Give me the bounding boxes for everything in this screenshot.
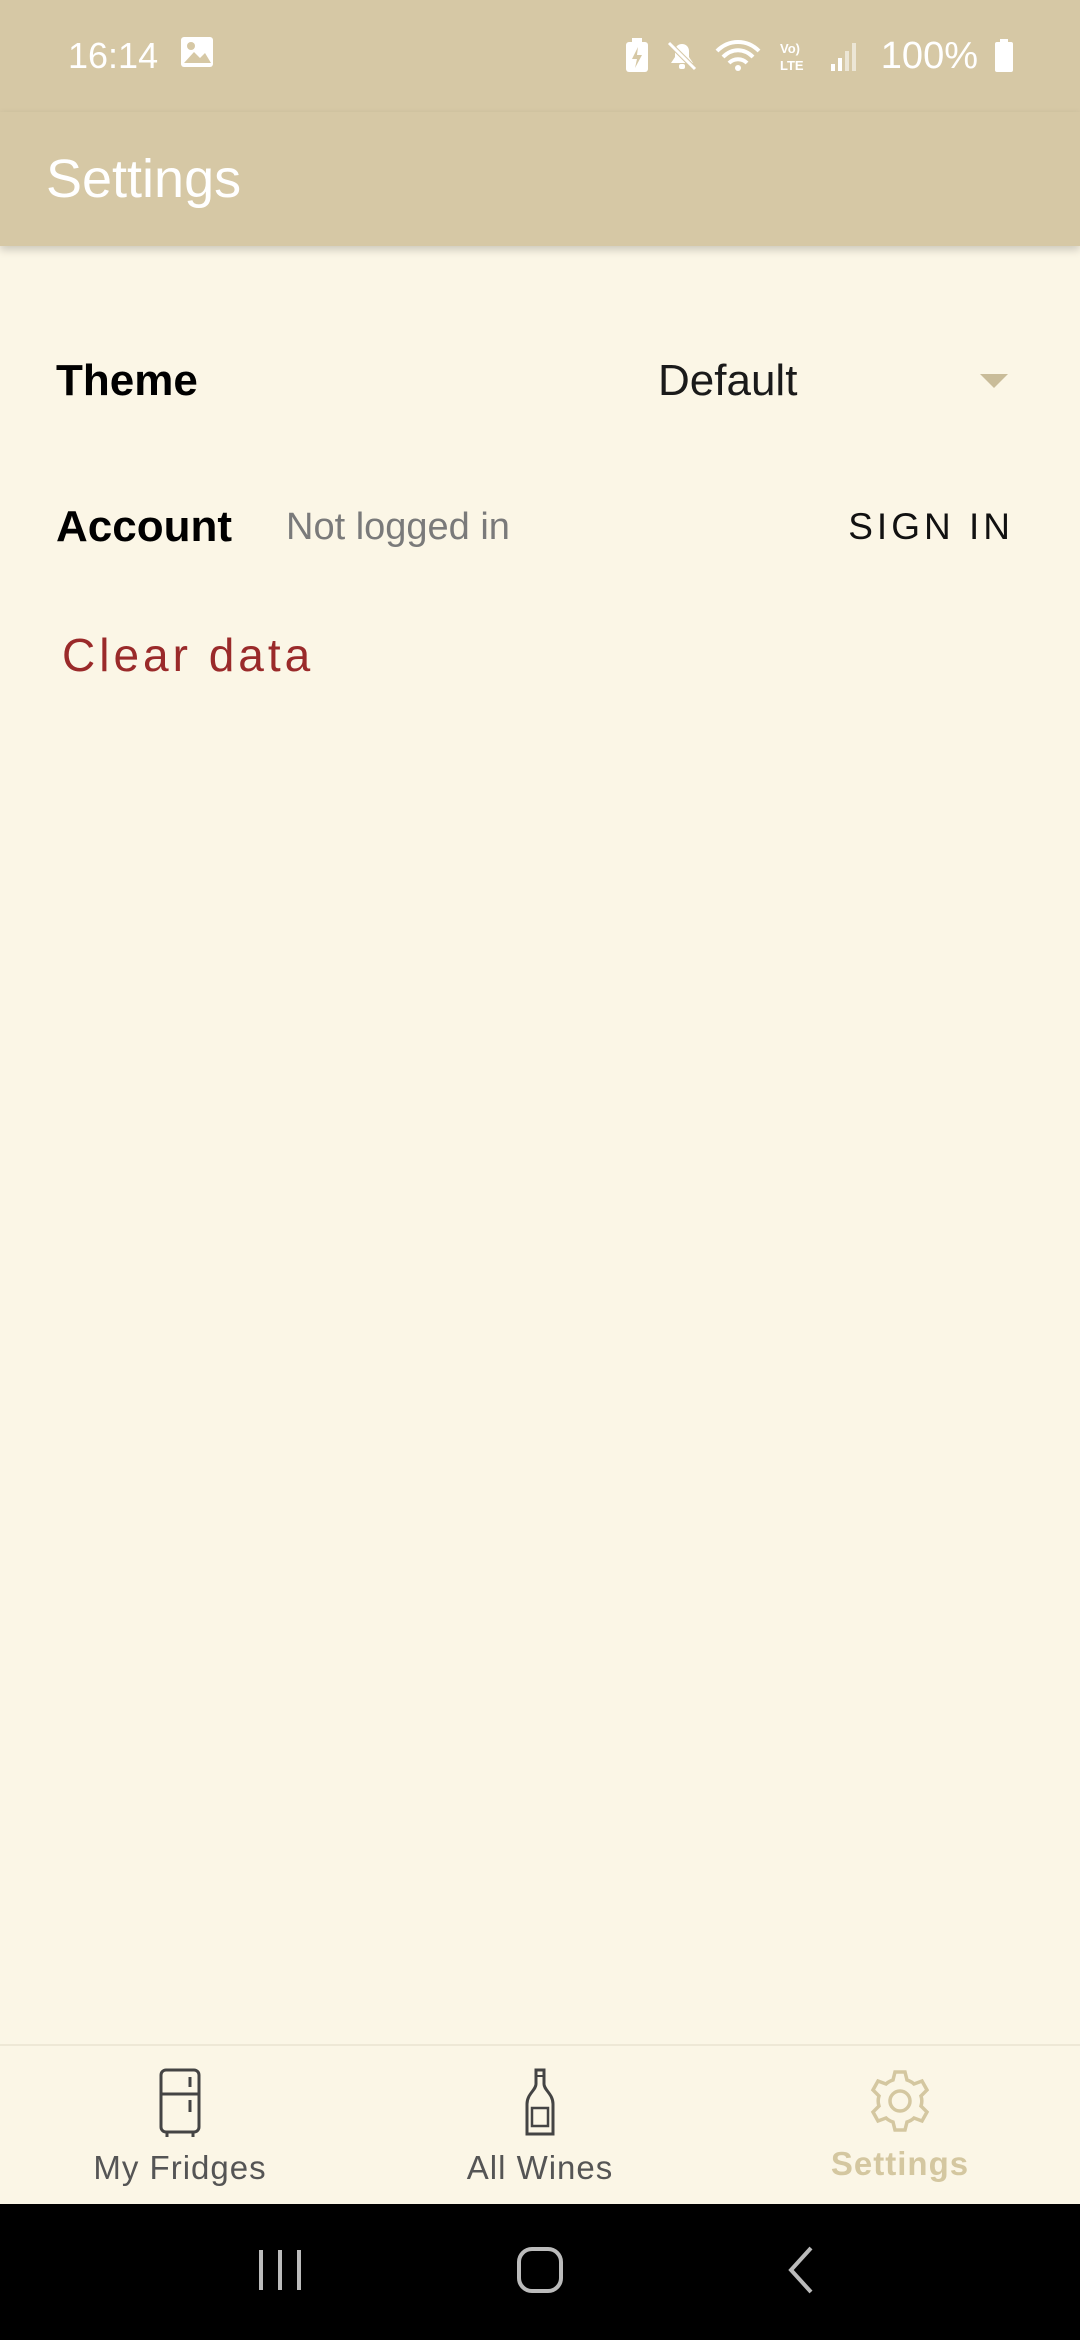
battery-saver-icon <box>625 38 649 74</box>
mute-icon <box>665 39 699 73</box>
bottom-nav: My Fridges All Wines Settings <box>0 2044 1080 2204</box>
account-label: Account <box>56 502 232 551</box>
back-icon <box>785 2246 815 2299</box>
page-title: Settings <box>46 149 242 209</box>
back-button[interactable] <box>750 2232 850 2312</box>
clear-data-button[interactable]: Clear data <box>62 628 314 682</box>
theme-label: Theme <box>56 356 198 405</box>
system-nav-bar <box>0 2204 1080 2340</box>
nav-item-my-fridges[interactable]: My Fridges <box>0 2046 360 2204</box>
home-icon <box>516 2246 564 2299</box>
home-button[interactable] <box>490 2232 590 2312</box>
status-bar: 16:14 Vo) LTE 100% <box>0 0 1080 112</box>
nav-item-settings[interactable]: Settings <box>720 2046 1080 2204</box>
account-status: Not logged in <box>286 505 510 548</box>
wifi-icon <box>715 39 761 73</box>
gear-icon <box>867 2068 933 2139</box>
sign-in-button[interactable]: SIGN IN <box>848 506 1014 548</box>
nav-label-settings: Settings <box>830 2145 970 2182</box>
chevron-down-icon <box>980 374 1008 388</box>
settings-content: Theme Default Account Not logged in SIGN… <box>0 246 1080 2046</box>
nav-item-all-wines[interactable]: All Wines <box>360 2046 720 2204</box>
recent-apps-icon <box>257 2248 303 2297</box>
theme-value: Default <box>658 356 798 405</box>
volte-icon: Vo) LTE <box>777 39 813 73</box>
app-bar: Settings <box>0 112 1080 246</box>
svg-text:Vo): Vo) <box>780 41 800 56</box>
nav-label-all-wines: All Wines <box>466 2149 614 2186</box>
theme-dropdown[interactable]: Default <box>658 326 1018 436</box>
image-icon <box>180 35 214 77</box>
status-time: 16:14 <box>68 35 159 76</box>
nav-label-my-fridges: My Fridges <box>93 2149 267 2186</box>
recent-apps-button[interactable] <box>230 2232 330 2312</box>
battery-icon <box>994 39 1014 73</box>
fridge-icon <box>158 2068 202 2143</box>
battery-percent: 100% <box>880 34 978 77</box>
wine-bottle-icon <box>522 2068 558 2143</box>
theme-row: Theme Default <box>0 326 1080 436</box>
svg-text:LTE: LTE <box>780 58 804 73</box>
signal-icon <box>829 40 859 72</box>
account-row: Account Not logged in SIGN IN <box>0 472 1080 582</box>
